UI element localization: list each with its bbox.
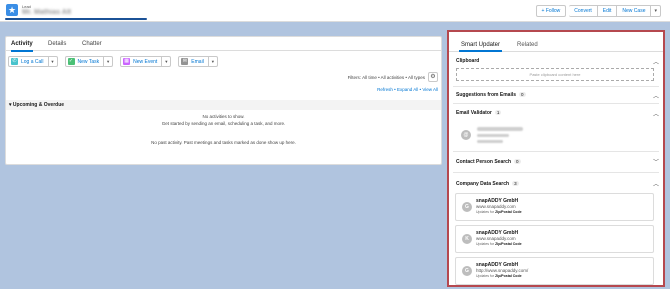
validator-count: 1 — [494, 110, 502, 115]
company-result-card[interactable]: G snapADDY GmbH www.snapaddy.com Updates… — [455, 193, 654, 221]
suggestions-count: 0 — [519, 92, 526, 97]
company-url[interactable]: www.snapaddy.com — [476, 204, 516, 209]
contact-search-chevron-down-icon[interactable]: ﹀ — [653, 157, 659, 166]
email-button[interactable]: ✉ Email — [178, 56, 209, 67]
contact-search-count: 0 — [514, 159, 521, 164]
divider — [453, 172, 659, 173]
get-started-text: Get started by sending an email, schedul… — [161, 121, 286, 126]
company-url[interactable]: www.snapaddy.com — [476, 236, 516, 241]
tab-chatter[interactable]: Chatter — [82, 41, 102, 47]
company-result-card[interactable]: K snapADDY GmbH www.snapaddy.com Updates… — [455, 225, 654, 253]
company-updates: Updates for Zip/Postal Code — [476, 242, 522, 246]
new-event-dropdown-icon[interactable]: ▼ — [162, 56, 172, 67]
activity-tabs: Activity Details Chatter — [6, 37, 441, 52]
divider — [453, 103, 659, 104]
smart-tabs: Smart Updater Related — [449, 32, 663, 52]
smart-updater-panel: Smart Updater Related Clipboard ︿ Paste … — [447, 30, 665, 287]
blurred-email-status — [477, 134, 509, 137]
company-updates: Updates for Zip/Postal Code — [476, 274, 522, 278]
validator-chevron-up-icon[interactable]: ︿ — [653, 109, 659, 118]
email-icon: ✉ — [181, 58, 189, 65]
record-name: Mr. Mathias Alt — [22, 9, 72, 16]
divider — [453, 151, 659, 152]
log-call-dropdown-icon[interactable]: ▼ — [48, 56, 58, 67]
new-task-button[interactable]: ✓ New Task — [64, 56, 105, 67]
lead-star-icon: ★ — [6, 4, 18, 16]
email-avatar: @ — [461, 130, 471, 140]
edit-button[interactable]: Edit — [597, 5, 618, 17]
new-event-button[interactable]: ▦ New Event — [120, 56, 163, 67]
company-search-title: Company Data Search 3 — [456, 181, 519, 187]
clipboard-chevron-up-icon[interactable]: ︿ — [653, 57, 659, 66]
header-actions: + Follow Convert Edit New Case ▾ — [535, 5, 661, 17]
clipboard-paste-area[interactable]: Paste clipboard content here — [456, 68, 654, 81]
activity-actions: ✆ Log a Call ▼ ✓ New Task ▼ ▦ New Event … — [8, 56, 225, 67]
more-actions-chevron-icon[interactable]: ▾ — [651, 5, 661, 17]
email-dropdown-icon[interactable]: ▼ — [208, 56, 218, 67]
no-past-activity-text: No past activity. Past meetings and task… — [151, 140, 296, 145]
tab-details[interactable]: Details — [48, 41, 66, 47]
tab-related[interactable]: Related — [517, 42, 538, 48]
task-icon: ✓ — [67, 58, 75, 65]
blurred-email-detail — [477, 140, 503, 143]
clipboard-title: Clipboard — [456, 58, 480, 64]
company-result-card[interactable]: G snapADDY GmbH http://www.snapaddy.com/… — [455, 257, 654, 285]
tab-activity[interactable]: Activity — [11, 41, 33, 52]
suggestions-chevron-up-icon[interactable]: ︿ — [653, 91, 659, 100]
company-updates: Updates for Zip/Postal Code — [476, 210, 522, 214]
company-avatar: K — [462, 234, 472, 244]
calendar-icon: ▦ — [123, 58, 131, 65]
company-avatar: G — [462, 202, 472, 212]
convert-button[interactable]: Convert — [569, 5, 598, 17]
company-url[interactable]: http://www.snapaddy.com/ — [476, 268, 528, 273]
divider — [453, 86, 659, 87]
upcoming-overdue-header[interactable]: ▾ Upcoming & Overdue — [6, 100, 441, 110]
header-highlight-bar — [5, 18, 147, 20]
phone-icon: ✆ — [11, 58, 18, 65]
tab-smart-updater[interactable]: Smart Updater — [458, 42, 503, 52]
no-activities-text: No activities to show. — [202, 114, 245, 119]
follow-button[interactable]: + Follow — [535, 5, 567, 17]
new-case-button[interactable]: New Case — [617, 5, 652, 17]
record-header: ★ Lead Mr. Mathias Alt + Follow Convert … — [0, 0, 670, 22]
email-validator-title: Email Validator 1 — [456, 110, 502, 116]
company-avatar: G — [462, 266, 472, 276]
suggestions-title: Suggestions from Emails 0 — [456, 92, 526, 98]
activity-filters[interactable]: Filters: All time • All activities • All… — [348, 75, 425, 80]
log-call-button[interactable]: ✆ Log a Call — [8, 56, 49, 67]
new-task-dropdown-icon[interactable]: ▼ — [104, 56, 114, 67]
company-search-count: 3 — [512, 181, 519, 186]
blurred-email-address — [477, 127, 523, 131]
company-search-chevron-up-icon[interactable]: ︿ — [653, 179, 659, 188]
contact-search-title: Contact Person Search 0 — [456, 159, 521, 165]
gear-icon[interactable]: ⚙ — [428, 72, 438, 82]
activity-links[interactable]: Refresh • Expand All • View All — [377, 87, 438, 92]
activity-panel: Activity Details Chatter ✆ Log a Call ▼ … — [5, 36, 442, 165]
